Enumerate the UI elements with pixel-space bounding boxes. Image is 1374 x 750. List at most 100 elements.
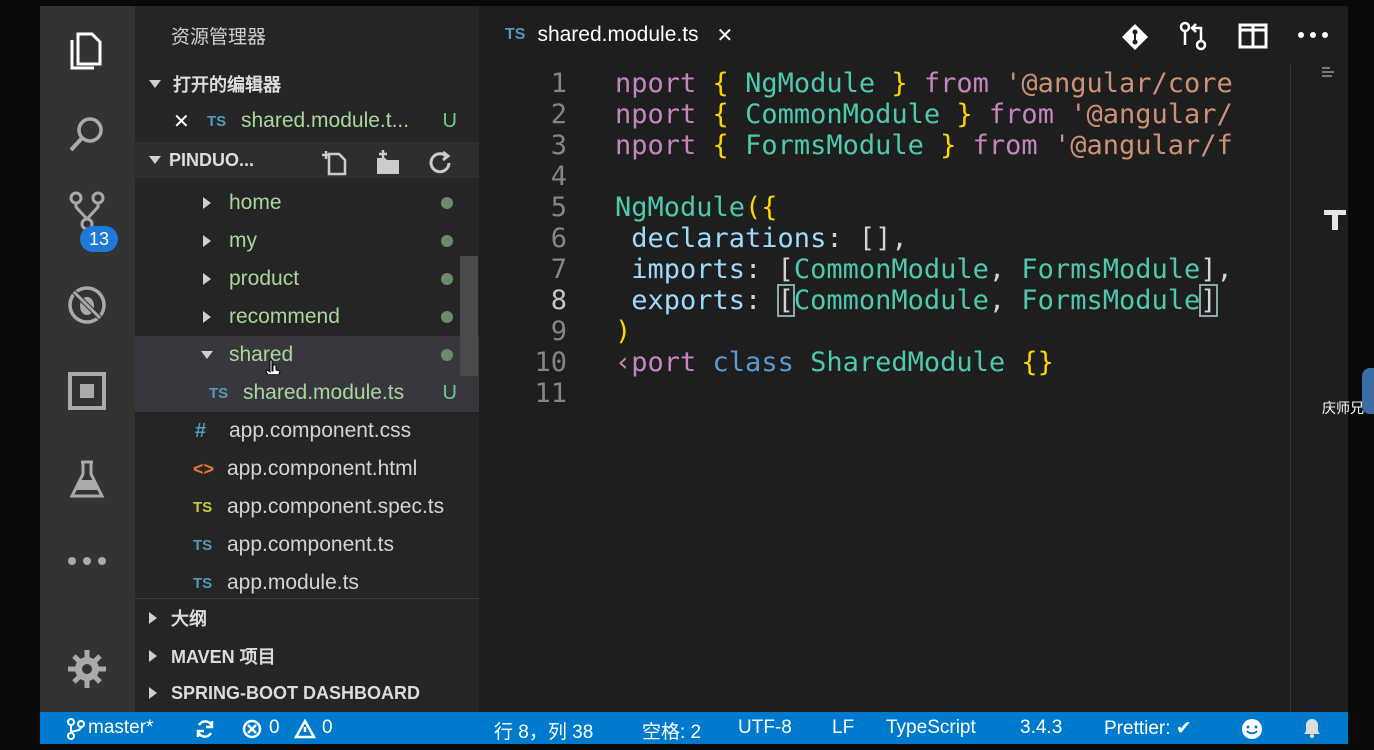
chevron-right-icon [203,235,211,247]
error-icon[interactable] [242,719,262,739]
more-actions-icon[interactable] [1296,28,1330,42]
open-changes-icon[interactable] [1178,20,1208,52]
tree-file-app-component-spec[interactable]: TS app.component.spec.ts [135,488,479,526]
git-compare-icon[interactable] [1120,22,1150,52]
encoding[interactable]: UTF-8 [738,717,792,739]
line-number: 4 [550,161,567,192]
explorer-icon[interactable] [62,26,112,76]
tree-file-app-module[interactable]: TS app.module.ts [135,564,479,602]
activity-bar: 13 [40,6,135,712]
maven-label: MAVEN 项目 [171,647,276,667]
sidebar-scrollbar[interactable] [460,256,478,376]
line-number: 11 [534,378,567,409]
line-number: 5 [550,192,567,223]
springboot-header[interactable]: SPRING-BOOT DASHBOARD [135,675,479,711]
tree-folder-shared[interactable]: shared [135,336,479,379]
debug-icon[interactable] [62,280,112,330]
chevron-right-icon [149,612,157,624]
tab-shared-module[interactable]: TS shared.module.ts ✕ [479,6,779,64]
warning-icon[interactable] [294,719,316,739]
chevron-right-icon [203,273,211,285]
git-branch-icon [67,718,85,740]
tree-item-label: shared.module.ts [243,381,405,404]
code-line-1: nport { NgModule } from '@angular/core [615,68,1233,99]
language-mode[interactable]: TypeScript [886,717,976,739]
code-line-9: ) [615,316,632,347]
indentation[interactable]: 空格: 2 [642,717,701,744]
sidebar-title: 资源管理器 [171,27,267,48]
sync-icon[interactable] [194,718,216,740]
tree-item-label: home [229,191,282,214]
matching-bracket: ] [1199,284,1218,317]
minimap[interactable] [1290,64,1348,712]
overlay-text-icon [1322,206,1348,232]
modified-dot [441,311,453,323]
close-icon[interactable]: ✕ [173,109,207,134]
chevron-down-icon [149,156,161,164]
code-line-3: nport { FormsModule } from '@angular/f [615,130,1233,161]
line-number: 1 [550,68,567,99]
tree-file-app-component-css[interactable]: # app.component.css [135,412,479,450]
typescript-version[interactable]: 3.4.3 [1020,717,1062,739]
settings-gear-icon[interactable] [62,644,112,694]
open-editor-item[interactable]: ✕ TS shared.module.t... U [135,102,479,140]
tree-file-shared-module[interactable]: TS shared.module.ts U [135,374,479,412]
explorer-sidebar: 资源管理器 打开的编辑器 ✕ TS shared.module.t... U P… [135,6,500,712]
more-icon[interactable] [62,536,112,586]
typescript-spec-file-icon: TS [193,498,213,516]
chevron-right-icon [203,197,211,209]
search-icon[interactable] [62,110,112,160]
line-number: 10 [534,347,567,378]
line-number: 6 [550,223,567,254]
code-line-5: NgModule({ [615,192,778,223]
tree-folder-product[interactable]: product [135,260,479,298]
end-of-line[interactable]: LF [832,717,854,739]
line-number-current: 8 [550,285,567,316]
notifications-bell-icon[interactable] [1302,717,1322,739]
tree-item-label: app.component.html [227,457,418,480]
tree-item-label: product [229,267,300,290]
tree-folder-my[interactable]: my [135,222,479,260]
chevron-right-icon [149,687,157,699]
project-label: PINDUO... [169,149,255,170]
modified-dot [441,235,453,247]
prettier-status[interactable]: Prettier: ✔ [1104,717,1192,740]
line-number: 3 [550,130,567,161]
close-icon[interactable]: ✕ [717,23,734,48]
extensions-icon[interactable] [62,366,112,416]
tree-item-label: app.component.ts [227,533,394,556]
minimap-divider [1290,64,1291,712]
refresh-icon[interactable] [425,148,455,178]
warning-count: 0 [322,717,333,738]
tree-file-app-component-html[interactable]: <> app.component.html [135,450,479,488]
overlay-side-label: 庆师兄 [1322,400,1364,416]
chevron-right-icon [149,650,157,662]
error-count: 0 [269,717,280,738]
maven-header[interactable]: MAVEN 项目 [135,638,479,674]
split-editor-icon[interactable] [1238,22,1268,50]
modified-dot [441,349,453,361]
new-file-icon[interactable] [321,148,351,178]
tree-folder-recommend[interactable]: recommend [135,298,479,336]
open-editors-header[interactable]: 打开的编辑器 [135,66,479,102]
code-line-10: ‹port class SharedModule {} [615,347,1054,378]
tree-item-label: app.component.css [229,419,412,442]
test-flask-icon[interactable] [62,454,112,504]
untracked-status: U [442,381,457,404]
tree-item-label: app.module.ts [227,571,359,594]
new-folder-icon[interactable] [373,148,403,178]
outline-header[interactable]: 大纲 [135,600,479,636]
open-editors-label: 打开的编辑器 [173,75,281,95]
cursor-position[interactable]: 行 8，列 38 [494,717,593,744]
branch-status[interactable]: master* [88,717,153,739]
modified-dot [441,197,453,209]
tree-folder-home[interactable]: home [135,184,479,222]
tab-label: shared.module.ts [537,23,699,46]
vscode-window: 13 资源管理器 打开的编辑器 ✕ TS shared.module.t... … [40,6,1348,744]
status-bar: master* 0 0 行 8，列 38 空格: 2 UTF-8 LF Type… [40,712,1348,744]
code-editor[interactable]: 1 2 3 4 5 6 7 8 9 10 11 nport { NgModule… [479,64,1289,712]
css-file-icon: # [195,419,207,442]
feedback-smiley-icon[interactable] [1240,717,1264,741]
tree-file-app-component-ts[interactable]: TS app.component.ts [135,526,479,564]
scm-badge: 13 [80,226,118,252]
